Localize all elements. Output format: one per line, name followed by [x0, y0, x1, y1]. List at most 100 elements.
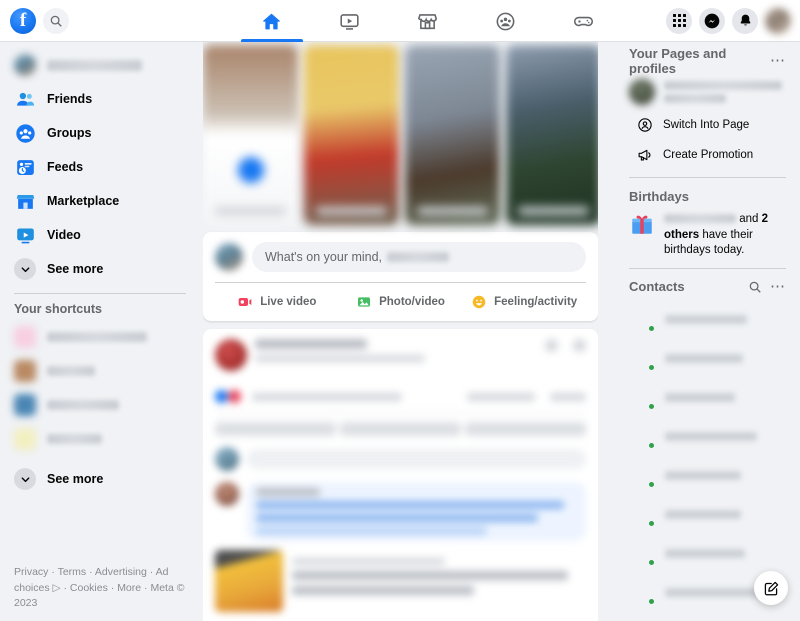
contact-item[interactable] — [623, 534, 792, 573]
link-preview-thumbnail — [215, 550, 283, 612]
story-author-label — [518, 207, 589, 215]
birthday-text-mid: and — [739, 213, 759, 225]
birthday-item[interactable]: and 2 others have their birthdays today. — [623, 209, 792, 261]
shortcut-item[interactable] — [8, 354, 192, 388]
nav-tab-home[interactable] — [233, 1, 311, 42]
contact-item[interactable] — [623, 456, 792, 495]
story-card[interactable] — [405, 45, 500, 225]
create-promotion-button[interactable]: Create Promotion — [623, 140, 792, 170]
comment-author-avatar[interactable] — [215, 482, 239, 506]
footer-legal-links[interactable]: Privacy · Terms · Advertising · Ad choic… — [14, 565, 189, 611]
contact-item[interactable] — [623, 300, 792, 339]
online-status-dot — [647, 402, 656, 412]
create-story-card[interactable] — [203, 45, 298, 225]
composer-placeholder-name — [387, 252, 450, 262]
sidebar-item-marketplace[interactable]: Marketplace — [8, 184, 192, 218]
post-options-icon[interactable] — [545, 339, 558, 352]
contact-item[interactable] — [623, 495, 792, 534]
story-author-label — [316, 207, 387, 215]
chevron-down-icon — [21, 476, 29, 482]
comment-button[interactable] — [340, 422, 461, 436]
shortcut-label — [47, 366, 95, 376]
shortcut-thumbnail — [14, 360, 36, 382]
profile-avatar[interactable] — [765, 7, 791, 34]
notifications-button[interactable] — [732, 7, 758, 34]
create-story-label — [215, 207, 286, 215]
photo-video-button[interactable]: Photo/video — [339, 283, 463, 321]
composer-input[interactable]: What's on your mind, — [252, 242, 586, 272]
live-video-icon — [238, 298, 252, 306]
story-card[interactable] — [304, 45, 399, 225]
shortcuts-heading: Your shortcuts — [14, 302, 102, 316]
messenger-button[interactable] — [699, 7, 725, 34]
sidebar-item-groups[interactable]: Groups — [8, 116, 192, 150]
contact-item[interactable] — [623, 378, 792, 417]
share-button[interactable] — [465, 422, 586, 436]
online-status-dot — [647, 324, 656, 334]
rail-divider — [629, 177, 786, 178]
post-share-count — [550, 392, 586, 401]
contact-item[interactable] — [623, 612, 792, 621]
video-icon — [340, 13, 359, 30]
sidebar-item-feeds[interactable]: Feeds — [8, 150, 192, 184]
contact-item[interactable] — [623, 339, 792, 378]
sidebar-item-label: Marketplace — [47, 194, 120, 208]
feeds-icon — [14, 156, 36, 178]
story-card[interactable] — [506, 45, 598, 225]
page-avatar — [629, 79, 655, 105]
composer-placeholder-prefix: What's on your mind, — [265, 250, 383, 264]
nav-tab-groups[interactable] — [467, 1, 545, 42]
new-message-button[interactable] — [754, 571, 788, 605]
post-author-avatar[interactable] — [215, 339, 247, 371]
shortcut-item[interactable] — [8, 422, 192, 456]
sidebar-item-profile[interactable] — [8, 48, 192, 82]
shortcut-thumbnail — [14, 428, 36, 450]
shortcut-thumbnail — [14, 394, 36, 416]
switch-into-page-label: Switch Into Page — [663, 119, 750, 131]
see-more-icon-wrap — [14, 468, 36, 490]
page-item[interactable] — [623, 74, 792, 110]
shortcuts-see-more-button[interactable]: See more — [8, 462, 192, 496]
like-button[interactable] — [215, 422, 336, 436]
sidebar-item-label: Groups — [47, 126, 92, 140]
sidebar-see-more-button[interactable]: See more — [8, 252, 192, 286]
nav-tab-marketplace[interactable] — [389, 1, 467, 42]
sidebar-item-friends[interactable]: Friends — [8, 82, 192, 116]
contact-avatar — [629, 384, 656, 412]
feeling-activity-button[interactable]: Feeling/activity — [462, 283, 586, 321]
search-button[interactable] — [43, 7, 69, 34]
pages-options-icon[interactable]: ⋯ — [770, 53, 786, 68]
online-status-dot — [647, 363, 656, 373]
shortcut-item[interactable] — [8, 320, 192, 354]
shortcut-label — [47, 400, 119, 410]
contact-item[interactable] — [623, 417, 792, 456]
contact-avatar — [629, 306, 656, 334]
groups-icon — [14, 122, 36, 144]
shortcut-item[interactable] — [8, 388, 192, 422]
comment-author-name — [256, 488, 320, 496]
contacts-options-icon[interactable]: ⋯ — [770, 279, 786, 294]
live-video-button[interactable]: Live video — [215, 283, 339, 321]
groups-icon — [496, 12, 515, 30]
sidebar-item-video[interactable]: Video — [8, 218, 192, 252]
switch-into-page-button[interactable]: Switch Into Page — [623, 110, 792, 140]
nav-tab-gaming[interactable] — [545, 1, 623, 42]
comment-link-preview[interactable] — [215, 550, 586, 612]
contacts-search-icon[interactable] — [748, 280, 762, 294]
post-reactions-row[interactable] — [215, 390, 586, 403]
composer-avatar[interactable] — [215, 243, 243, 271]
post-content-blurred — [203, 329, 598, 621]
nav-tab-video[interactable] — [311, 1, 389, 42]
love-reaction-icon — [228, 390, 241, 403]
link-preview-title — [292, 558, 445, 565]
post-close-icon[interactable] — [573, 339, 586, 352]
grid-menu-button[interactable] — [666, 7, 692, 34]
top-navigation-bar: f — [0, 0, 800, 42]
comment-input[interactable] — [247, 449, 586, 469]
photo-video-label: Photo/video — [379, 296, 445, 308]
sidebar-profile-name — [47, 59, 142, 71]
sidebar-divider — [14, 293, 186, 294]
contact-name — [665, 314, 747, 324]
facebook-logo-icon[interactable]: f — [10, 7, 36, 34]
bell-icon — [740, 14, 750, 26]
